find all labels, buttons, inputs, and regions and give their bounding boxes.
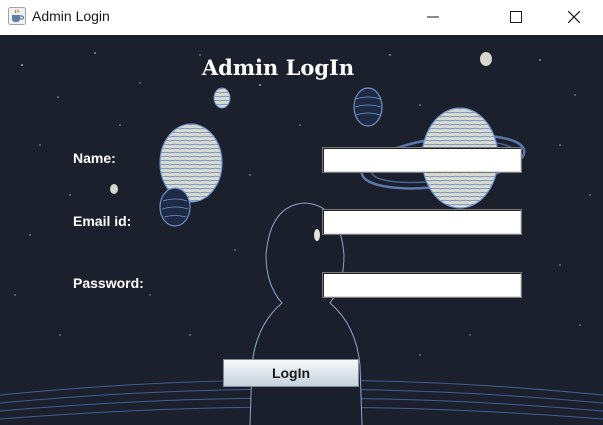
page-title: Admin LogIn — [201, 55, 355, 80]
login-panel: Admin LogIn Name: Email id: Password: Lo… — [0, 35, 603, 425]
name-label: Name: — [73, 150, 116, 166]
email-field[interactable] — [322, 209, 522, 235]
close-button[interactable] — [551, 0, 597, 34]
admin-login-window: Admin Login Admin LogIn Name: Email id: … — [0, 0, 603, 425]
minimize-button[interactable] — [410, 0, 456, 34]
maximize-button[interactable] — [493, 0, 539, 34]
email-label: Email id: — [73, 213, 132, 229]
java-coffee-cup-icon — [8, 7, 26, 25]
close-icon — [568, 11, 580, 23]
minimize-icon — [427, 16, 439, 18]
window-title: Admin Login — [32, 8, 110, 24]
password-label: Password: — [73, 275, 144, 291]
maximize-icon — [510, 11, 522, 23]
title-bar: Admin Login — [0, 0, 603, 34]
password-field[interactable] — [322, 272, 522, 298]
login-button[interactable]: LogIn — [223, 359, 359, 387]
name-field[interactable] — [322, 147, 522, 173]
